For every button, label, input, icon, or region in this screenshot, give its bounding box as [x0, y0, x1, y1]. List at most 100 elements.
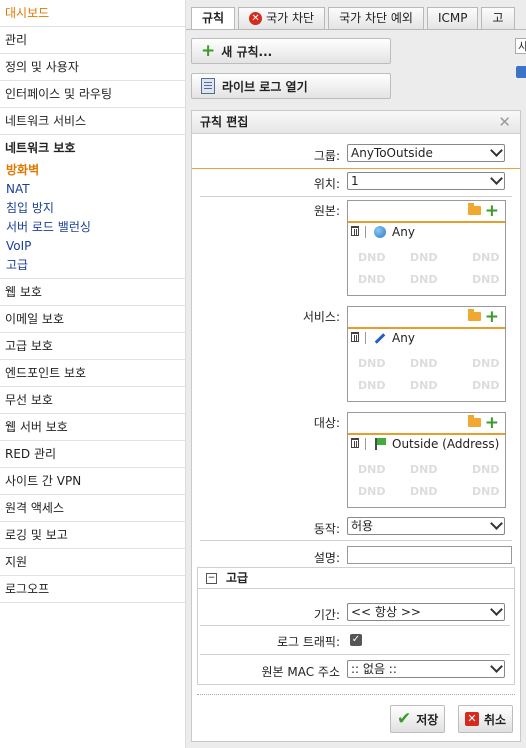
position-label: 위치:	[313, 177, 340, 191]
source-list-header: +	[348, 201, 505, 223]
sidebar-item-logging-reporting[interactable]: 로깅 및 보고	[0, 522, 185, 549]
chevron-down-icon	[490, 517, 503, 530]
dnd-watermark: DND	[410, 273, 438, 286]
chevron-down-icon	[490, 660, 503, 673]
destination-list-header: +	[348, 413, 505, 435]
sidebar-item-webserver-protection[interactable]: 웹 서버 보호	[0, 414, 185, 441]
tab-country-blocking-exceptions[interactable]: 국가 차단 예외	[328, 7, 424, 29]
period-label: 기간:	[313, 608, 340, 622]
folder-icon[interactable]	[468, 203, 481, 215]
sidebar-subitem-advanced[interactable]: 고급	[0, 256, 185, 275]
destination-entry: Outside (Address)	[392, 437, 500, 451]
sidebar-item-interfaces-routing[interactable]: 인터페이스 및 라우팅	[0, 81, 185, 108]
close-icon[interactable]: ✕	[498, 111, 511, 133]
tab-country-blocking[interactable]: ✕ 국가 차단	[238, 7, 326, 29]
sidebar-item-red-management[interactable]: RED 관리	[0, 441, 185, 468]
destination-list[interactable]: + Outside (Address) DND DND DND DND DND …	[347, 412, 506, 508]
sidebar: 대시보드 관리 정의 및 사용자 인터페이스 및 라우팅 네트워크 서비스 네트…	[0, 0, 186, 748]
dnd-watermark: DND	[358, 357, 386, 370]
save-button[interactable]: ✔ 저장	[390, 705, 446, 733]
tab-rules[interactable]: 규칙	[191, 7, 236, 29]
open-live-log-button[interactable]: 라이브 로그 열기	[191, 73, 391, 99]
comment-input[interactable]	[347, 546, 512, 564]
dnd-watermark: DND	[410, 251, 438, 264]
sidebar-item-dashboard[interactable]: 대시보드	[0, 0, 185, 27]
tab-label: 국가 차단 예외	[339, 11, 413, 25]
period-select[interactable]: << 항상 >>	[347, 603, 505, 621]
search-input[interactable]: 사	[515, 38, 526, 54]
log-traffic-checkbox[interactable]: ✓	[350, 634, 362, 646]
service-list-header: +	[348, 307, 505, 329]
add-icon[interactable]: +	[485, 413, 499, 433]
sidebar-item-web-protection[interactable]: 웹 보호	[0, 279, 185, 306]
cancel-button[interactable]: ✕ 취소	[458, 705, 514, 733]
source-mac-value: :: 없음 ::	[351, 662, 397, 676]
service-entry: Any	[392, 331, 415, 345]
sidebar-item-email-protection[interactable]: 이메일 보호	[0, 306, 185, 333]
sidebar-subitem-nat[interactable]: NAT	[0, 180, 185, 199]
tab-bar: 규칙 ✕ 국가 차단 국가 차단 예외 ICMP 고	[191, 7, 518, 29]
check-icon: ✔	[397, 709, 412, 729]
collapse-icon[interactable]: −	[206, 572, 217, 584]
source-list[interactable]: + Any DND DND DND DND DND DND	[347, 200, 506, 296]
position-select[interactable]: 1	[347, 172, 505, 190]
sidebar-subitem-intrusion-prevention[interactable]: 침입 방지	[0, 199, 185, 218]
tab-icmp[interactable]: ICMP	[426, 7, 479, 29]
search-icon[interactable]	[516, 66, 526, 78]
divider	[365, 438, 366, 450]
advanced-header[interactable]: − 고급	[198, 568, 514, 589]
folder-icon[interactable]	[468, 415, 481, 427]
new-rule-button[interactable]: + 새 규칙...	[191, 38, 391, 64]
trash-icon[interactable]	[351, 438, 359, 448]
add-icon[interactable]: +	[485, 307, 499, 327]
blocked-icon: ✕	[249, 12, 263, 25]
chevron-down-icon	[490, 603, 503, 616]
new-rule-label: 새 규칙...	[221, 44, 273, 59]
dnd-watermark: DND	[410, 463, 438, 476]
sidebar-item-advanced-protection[interactable]: 고급 보호	[0, 333, 185, 360]
sidebar-item-network-services[interactable]: 네트워크 서비스	[0, 108, 185, 135]
sidebar-item-support[interactable]: 지원	[0, 549, 185, 576]
add-icon[interactable]: +	[485, 201, 499, 221]
action-select[interactable]: 허용	[347, 517, 505, 535]
trash-icon[interactable]	[351, 226, 359, 236]
tab-label: 규칙	[202, 11, 225, 25]
sidebar-item-remote-access[interactable]: 원격 액세스	[0, 495, 185, 522]
tab-advanced[interactable]: 고	[481, 7, 515, 29]
service-list[interactable]: + Any DND DND DND DND DND DND	[347, 306, 506, 402]
sidebar-subitem-firewall[interactable]: 방화벽	[0, 161, 185, 180]
dnd-watermark: DND	[472, 463, 500, 476]
cancel-icon: ✕	[465, 712, 479, 726]
list-item[interactable]: Any	[348, 223, 505, 241]
sidebar-item-management[interactable]: 관리	[0, 27, 185, 54]
sidebar-item-network-protection[interactable]: 네트워크 보호	[0, 135, 185, 161]
group-select[interactable]: AnyToOutside	[347, 144, 505, 162]
trash-icon[interactable]	[351, 332, 359, 342]
dnd-watermark: DND	[358, 379, 386, 392]
divider	[365, 226, 366, 238]
dnd-watermark: DND	[472, 357, 500, 370]
service-icon	[374, 333, 386, 344]
log-traffic-label: 로그 트래픽:	[276, 635, 340, 649]
sidebar-subitem-load-balancing[interactable]: 서버 로드 밸런싱	[0, 218, 185, 237]
advanced-title: 고급	[226, 571, 249, 585]
sidebar-item-logoff[interactable]: 로그오프	[0, 576, 185, 603]
dnd-watermark: DND	[472, 485, 500, 498]
sidebar-item-endpoint-protection[interactable]: 엔드포인트 보호	[0, 360, 185, 387]
sidebar-subitem-voip[interactable]: VoIP	[0, 237, 185, 256]
list-item[interactable]: Any	[348, 329, 505, 347]
sidebar-item-wireless-protection[interactable]: 무선 보호	[0, 387, 185, 414]
service-label: 서비스:	[302, 310, 340, 324]
network-flag-icon	[374, 438, 386, 450]
folder-icon[interactable]	[468, 309, 481, 321]
sidebar-item-site-to-site-vpn[interactable]: 사이트 간 VPN	[0, 468, 185, 495]
save-label: 저장	[416, 712, 439, 727]
dialog-title-bar: 규칙 편집 ✕	[192, 111, 520, 134]
list-item[interactable]: Outside (Address)	[348, 435, 505, 453]
sidebar-item-definitions-users[interactable]: 정의 및 사용자	[0, 54, 185, 81]
dnd-watermark: DND	[472, 273, 500, 286]
source-label: 원본:	[313, 204, 340, 218]
divider	[192, 168, 520, 169]
source-mac-select[interactable]: :: 없음 ::	[347, 660, 505, 678]
edit-rule-dialog: 규칙 편집 ✕ 그룹: AnyToOutside 위치: 1 원본: + Any…	[191, 110, 521, 742]
